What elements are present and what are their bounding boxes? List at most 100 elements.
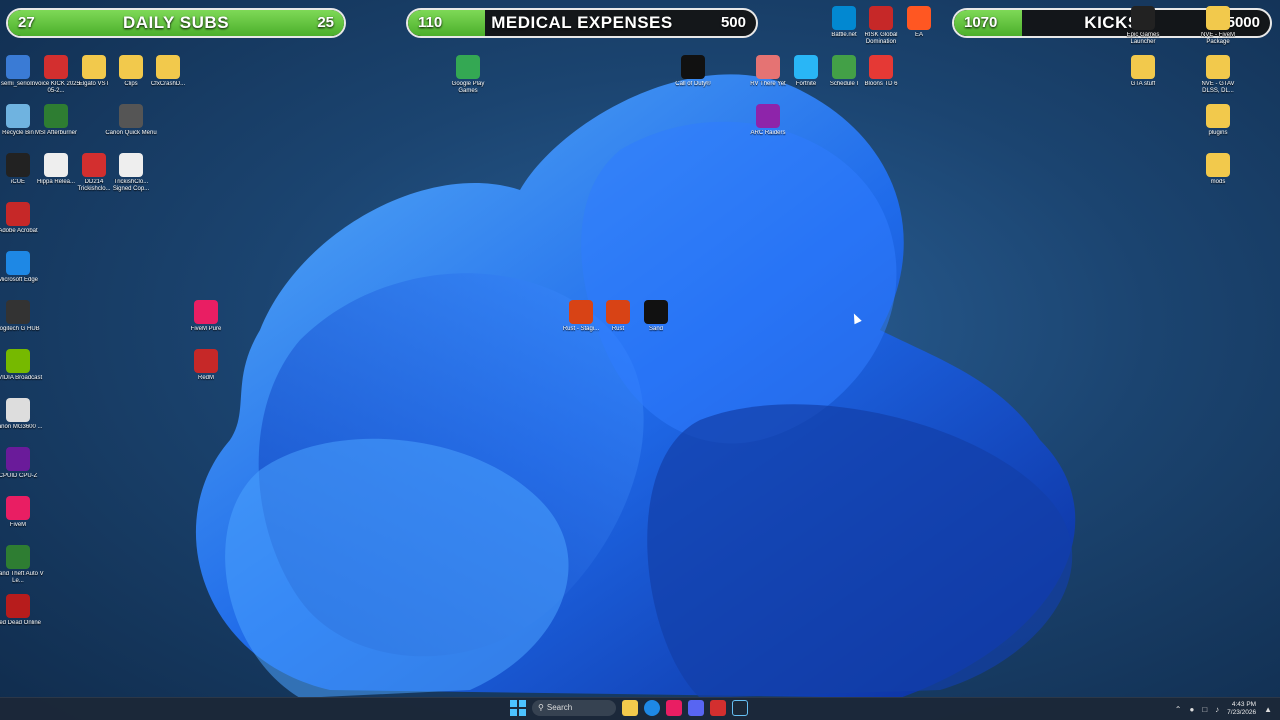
desktop-icon[interactable]: Grand Theft Auto V Le... [0, 545, 44, 585]
document-icon [44, 153, 68, 177]
edge-icon [6, 251, 30, 275]
notification-bell-icon[interactable]: ▲ [1264, 705, 1272, 714]
desktop-icon-label: Sand [648, 326, 663, 332]
bloons-icon [869, 55, 893, 79]
acrobat-icon [6, 202, 30, 226]
taskbar-search[interactable]: ⚲ Search [532, 700, 616, 716]
desktop-icon[interactable]: plugins [1192, 104, 1244, 137]
desktop-icon[interactable]: Logitech G HUB [0, 300, 44, 333]
taskbar-clock[interactable]: 4:43 PM 7/23/2026 [1227, 701, 1256, 717]
fortnite-icon [794, 55, 818, 79]
desktop-icon-label: Call of Duty® [675, 81, 711, 87]
desktop-icon-label: RedM [197, 375, 214, 381]
daily-subs-counter: 27 DAILY SUBS 25 [6, 8, 346, 38]
icue-icon [6, 153, 30, 177]
pdf-icon [82, 153, 106, 177]
desktop-icon-label: GTA stuff [1130, 81, 1156, 87]
desktop-icon[interactable]: MSI Afterburner [30, 104, 82, 137]
canon-icon [119, 104, 143, 128]
desktop-icon[interactable]: Bloons TD 6 [855, 55, 907, 88]
desktop-icon-label: Red Dead Online [0, 620, 42, 626]
desktop-icon-label: NVE - GTAV DLSS, DL... [1201, 81, 1235, 94]
desktop-icon[interactable]: NVE - FiveM Package [1192, 6, 1244, 46]
folder-icon [1131, 55, 1155, 79]
desktop-icon-label: EA [914, 32, 923, 38]
document-icon [119, 153, 143, 177]
desktop-icon-label: plugins [1208, 130, 1228, 136]
desktop-icon-label: Canon MG3600 ... [0, 424, 43, 430]
file-explorer-icon[interactable] [622, 700, 638, 716]
desktop-icon-label: Adobe Acrobat [0, 228, 38, 234]
desktop-icon-label: CPUID CPU-Z [0, 473, 38, 479]
desktop-icon[interactable]: FiveM Pure [180, 300, 232, 333]
folder-icon [1206, 6, 1230, 30]
daily-subs-goal: 25 [317, 14, 334, 31]
folder-icon [156, 55, 180, 79]
desktop-icon-label: Grand Theft Auto V Le... [0, 571, 44, 584]
desktop-icon[interactable]: NVE - GTAV DLSS, DL... [1192, 55, 1244, 95]
discord-icon[interactable] [688, 700, 704, 716]
sand-icon [644, 300, 668, 324]
desktop-icon-label: FiveM [9, 522, 27, 528]
desktop-icon-label: CfxCrashD... [150, 81, 186, 87]
volume-icon[interactable]: ♪ [1215, 705, 1219, 714]
calendar-icon[interactable] [710, 700, 726, 716]
fivem-taskbar-icon[interactable] [666, 700, 682, 716]
taskbar-apps: ⚲ Search [510, 700, 748, 716]
gta-icon [6, 545, 30, 569]
desktop-icon[interactable]: NVIDIA Broadcast [0, 349, 44, 382]
desktop-icon[interactable]: Adobe Acrobat [0, 202, 44, 235]
desktop-icon[interactable]: Google Play Games [442, 55, 494, 95]
desktop-icon[interactable]: TrickishClo... Signed Cop... [105, 153, 157, 193]
desktop-icon[interactable]: Canon Quick Menu [105, 104, 157, 137]
microphone-icon[interactable]: ● [1189, 705, 1194, 714]
desktop-icon[interactable]: ARC Raiders [742, 104, 794, 137]
desktop-icon[interactable]: RedM [180, 349, 232, 382]
desktop-icon[interactable]: EA [893, 6, 945, 39]
desktop-icon-label: FiveM Pure [190, 326, 222, 332]
desktop-icon-label: Google Play Games [451, 81, 485, 94]
desktop-icon-label: MSI Afterburner [34, 130, 78, 136]
desktop-icon[interactable]: Canon MG3600 ... [0, 398, 44, 431]
clock-date: 7/23/2026 [1227, 709, 1257, 716]
desktop-icon[interactable]: Epic Games Launcher [1117, 6, 1169, 46]
steam-icon[interactable] [732, 700, 748, 716]
risk-icon [869, 6, 893, 30]
fivem-icon [194, 300, 218, 324]
desktop-icon[interactable]: Call of Duty® [667, 55, 719, 88]
desktop-icon[interactable]: Microsoft Edge [0, 251, 44, 284]
desktop-icon[interactable]: CfxCrashD... [142, 55, 194, 88]
play-games-icon [456, 55, 480, 79]
desktop-icon-label: ARC Raiders [750, 130, 786, 136]
edge-icon[interactable] [644, 700, 660, 716]
desktop-icon-label: Canon Quick Menu [105, 130, 157, 136]
pdf-icon [44, 55, 68, 79]
desktop-icon[interactable]: GTA stuff [1117, 55, 1169, 88]
folder-icon [6, 55, 30, 79]
desktop-icon[interactable]: FiveM [0, 496, 44, 529]
chevron-up-icon[interactable]: ⌃ [1175, 705, 1182, 714]
battlenet-icon [832, 6, 856, 30]
rdr-icon [6, 594, 30, 618]
nvidia-icon [6, 349, 30, 373]
medical-expenses-goal: 500 [720, 14, 746, 31]
rust-icon [569, 300, 593, 324]
schedule-icon [832, 55, 856, 79]
windows-start-icon[interactable] [510, 700, 526, 716]
desktop-icon-label: Bloons TD 6 [864, 81, 898, 87]
desktop-icon[interactable]: Red Dead Online [0, 594, 44, 627]
folder-icon [119, 55, 143, 79]
desktop-icon-label: Logitech G HUB [0, 326, 40, 332]
network-icon[interactable]: □ [1202, 705, 1207, 714]
desktop-icon[interactable]: Sand [630, 300, 682, 333]
system-tray: ⌃ ● □ ♪ 4:43 PM 7/23/2026 ▲ [1175, 701, 1272, 717]
desktop-icon[interactable]: mods [1192, 153, 1244, 186]
ea-icon [907, 6, 931, 30]
medical-expenses-counter: 110 MEDICAL EXPENSES 500 [406, 8, 758, 38]
search-icon: ⚲ [538, 703, 544, 712]
cod-icon [681, 55, 705, 79]
rv-icon [756, 55, 780, 79]
rust-icon [606, 300, 630, 324]
desktop-icon-label: Epic Games Launcher [1126, 32, 1160, 45]
desktop-icon[interactable]: CPUID CPU-Z [0, 447, 44, 480]
